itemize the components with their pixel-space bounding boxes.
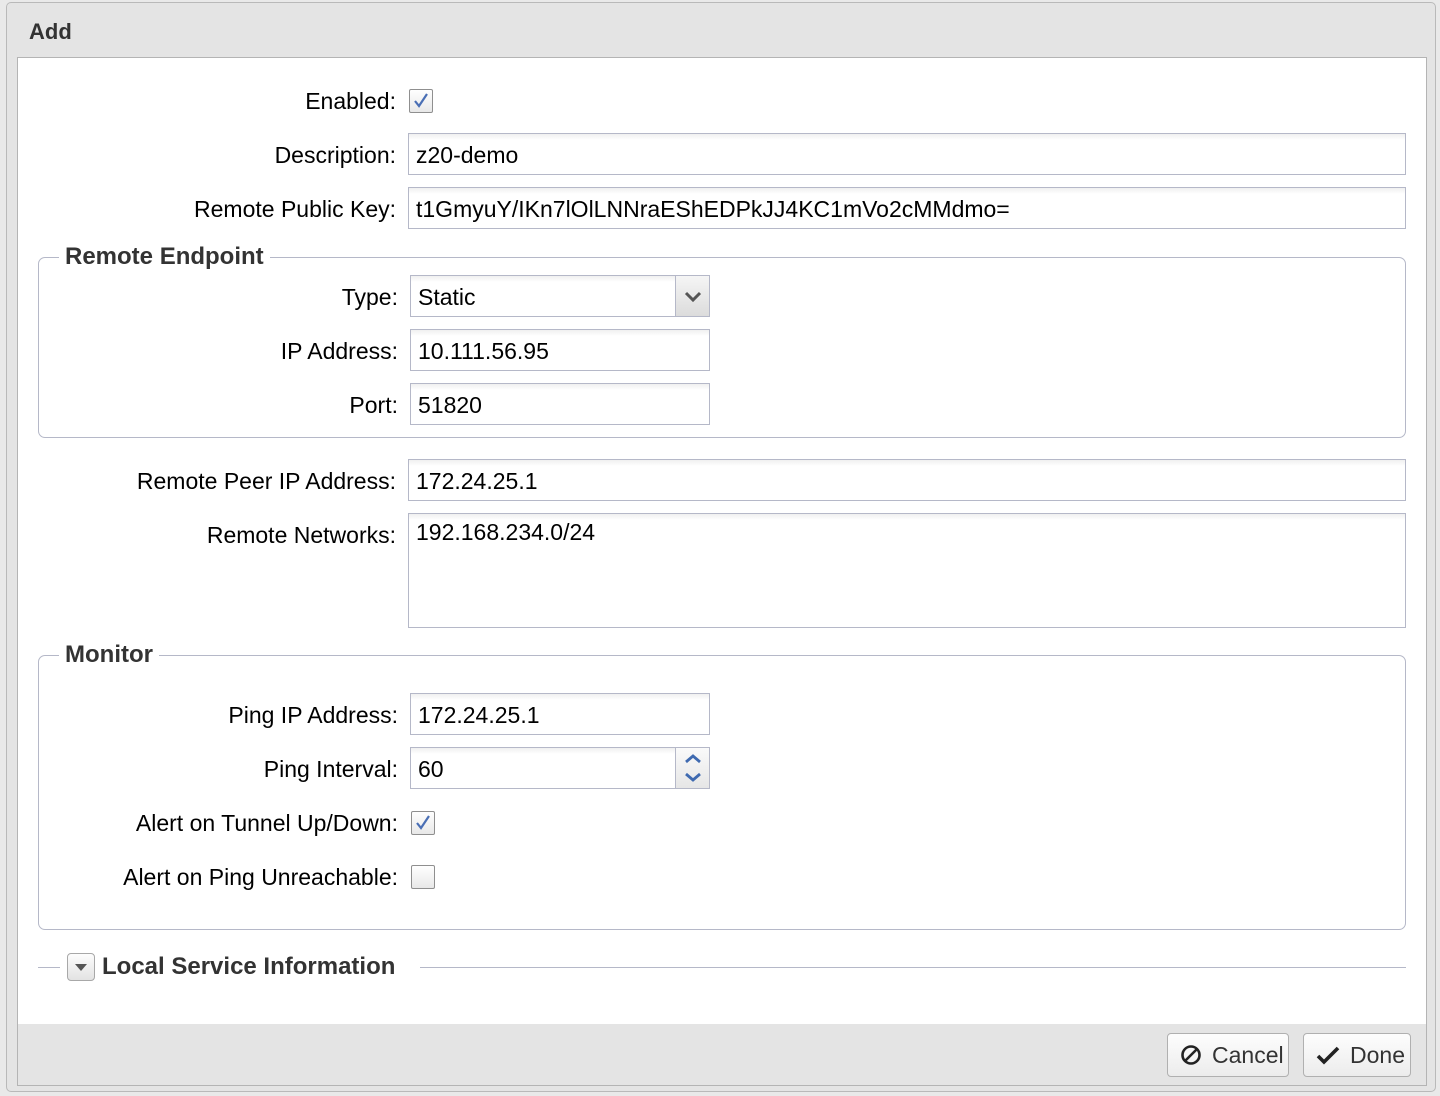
ping-interval-spinner[interactable]: 60 <box>410 747 710 789</box>
ping-ip-input[interactable]: 172.24.25.1 <box>410 693 710 735</box>
remote-networks-label: Remote Networks: <box>206 522 396 548</box>
enabled-checkbox[interactable] <box>409 89 433 113</box>
type-select-value: Static <box>418 284 476 310</box>
remote-endpoint-group: Remote Endpoint <box>38 243 1406 438</box>
alert-tunnel-checkbox[interactable] <box>411 811 435 835</box>
checkmark-icon <box>1316 1044 1340 1066</box>
type-label: Type: <box>341 284 398 310</box>
checkmark-icon <box>414 93 428 108</box>
remote-public-key-label: Remote Public Key: <box>194 196 396 222</box>
done-button[interactable]: Done <box>1303 1033 1411 1077</box>
triangle-down-icon <box>75 964 87 971</box>
monitor-legend: Monitor <box>65 641 153 668</box>
cancel-label: Cancel <box>1212 1041 1284 1068</box>
cancel-button[interactable]: Cancel <box>1167 1033 1289 1077</box>
remote-networks-textarea[interactable]: 192.168.234.0/24 <box>408 513 1406 628</box>
local-service-line-left <box>38 967 60 968</box>
remote-peer-ip-label: Remote Peer IP Address: <box>136 468 396 494</box>
expand-toggle[interactable] <box>67 953 95 981</box>
type-dropdown-trigger[interactable] <box>675 276 709 316</box>
enabled-label: Enabled: <box>305 88 396 114</box>
spinner-arrows-icon <box>685 754 701 782</box>
chevron-down-icon <box>684 291 702 303</box>
port-label: Port: <box>349 392 398 418</box>
done-label: Done <box>1350 1041 1405 1068</box>
remote-endpoint-legend: Remote Endpoint <box>65 243 264 270</box>
alert-ping-label: Alert on Ping Unreachable: <box>123 864 398 890</box>
description-input[interactable]: z20-demo <box>408 133 1406 175</box>
ping-interval-label: Ping Interval: <box>263 756 398 782</box>
alert-ping-checkbox[interactable] <box>411 865 435 889</box>
ip-address-input[interactable]: 10.111.56.95 <box>410 329 710 371</box>
remote-peer-ip-input[interactable]: 172.24.25.1 <box>408 459 1406 501</box>
ping-interval-value: 60 <box>418 756 444 782</box>
remote-public-key-input[interactable]: t1GmyuY/IKn7lOlLNNraEShEDPkJJ4KC1mVo2cMM… <box>408 187 1406 229</box>
type-select[interactable]: Static <box>410 275 710 317</box>
spinner-buttons[interactable] <box>675 748 709 788</box>
checkmark-icon <box>416 815 430 830</box>
description-label: Description: <box>274 142 396 168</box>
local-service-line-right <box>420 967 1406 968</box>
ip-address-label: IP Address: <box>280 338 398 364</box>
port-input[interactable]: 51820 <box>410 383 710 425</box>
local-service-legend: Local Service Information <box>102 953 396 980</box>
ping-ip-label: Ping IP Address: <box>228 702 398 728</box>
alert-tunnel-label: Alert on Tunnel Up/Down: <box>135 810 398 836</box>
cancel-icon <box>1180 1044 1202 1066</box>
dialog-title: Add <box>29 19 72 44</box>
